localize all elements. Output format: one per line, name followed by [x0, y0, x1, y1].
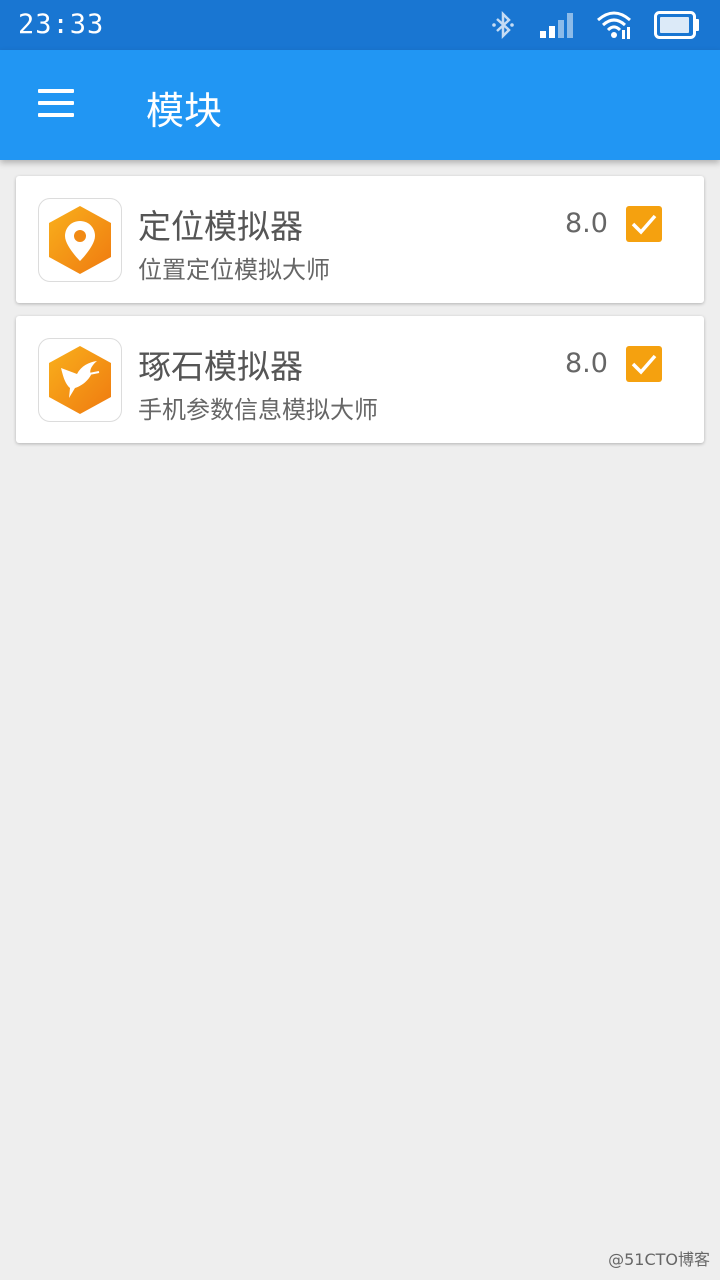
wifi-icon: [596, 10, 632, 40]
module-enable-checkbox[interactable]: [626, 206, 662, 242]
checkmark-icon: [631, 214, 657, 235]
module-version: 8.0: [565, 348, 608, 379]
module-name: 定位模拟器: [138, 207, 303, 246]
checkmark-icon: [631, 354, 657, 375]
module-description: 手机参数信息模拟大师: [138, 396, 378, 424]
list-item-stone-simulator[interactable]: 琢石模拟器 手机参数信息模拟大师 8.0: [16, 316, 704, 443]
module-enable-checkbox[interactable]: [626, 346, 662, 382]
status-time: 23:33: [18, 9, 105, 40]
app-bar: 模块: [0, 50, 720, 160]
module-version: 8.0: [565, 208, 608, 239]
signal-icon: [540, 12, 574, 38]
module-list: 定位模拟器 位置定位模拟大师 8.0 琢石模拟器 手机参数信息模拟大师 8.0: [16, 176, 704, 456]
page-title: 模块: [146, 89, 223, 133]
battery-icon: [654, 11, 700, 39]
module-description: 位置定位模拟大师: [138, 256, 330, 284]
status-bar: 23:33: [0, 0, 720, 50]
bluetooth-icon: [488, 10, 518, 40]
status-icons: [488, 8, 700, 42]
hummingbird-icon: [38, 338, 122, 422]
hamburger-menu-icon[interactable]: [30, 80, 82, 126]
watermark: @51CTO博客: [608, 1250, 710, 1269]
location-pin-icon: [38, 198, 122, 282]
module-name: 琢石模拟器: [138, 347, 303, 386]
list-item-location-simulator[interactable]: 定位模拟器 位置定位模拟大师 8.0: [16, 176, 704, 303]
